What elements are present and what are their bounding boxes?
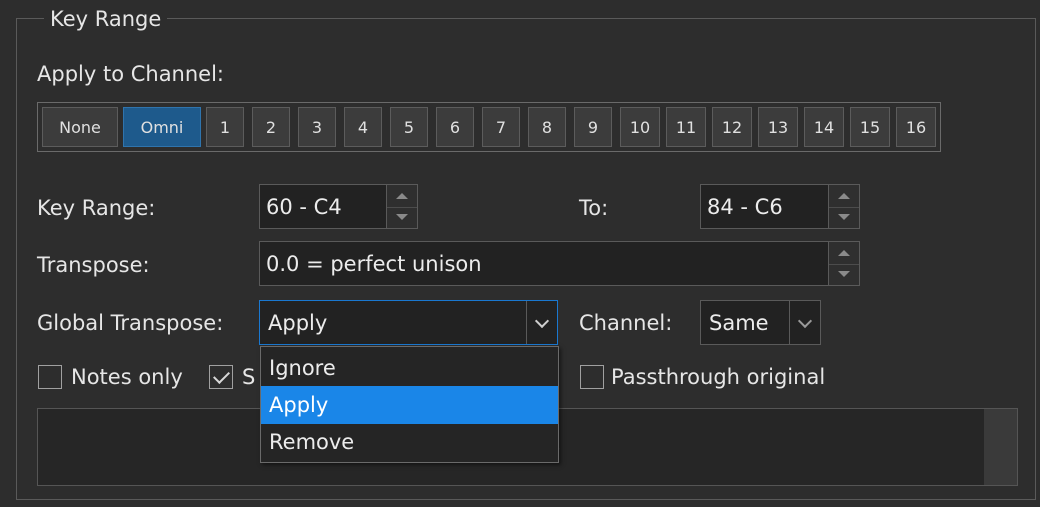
spin-down-button[interactable]	[829, 264, 859, 286]
second-checkbox-label: S	[242, 365, 256, 389]
channel-button-2[interactable]: 2	[252, 107, 290, 147]
channel-button-6[interactable]: 6	[436, 107, 474, 147]
checkmark-icon	[213, 367, 230, 384]
channel-button-10[interactable]: 10	[620, 107, 660, 147]
channel-button-7[interactable]: 7	[482, 107, 520, 147]
to-label: To:	[579, 196, 609, 220]
arrow-down-icon	[396, 214, 408, 221]
arrow-down-icon	[838, 271, 850, 278]
global-transpose-select[interactable]: Apply	[259, 300, 558, 345]
dropdown-option-ignore[interactable]: Ignore	[261, 349, 558, 387]
channel-button-5[interactable]: 5	[390, 107, 428, 147]
apply-to-channel-label: Apply to Channel:	[37, 62, 225, 86]
scrollbar[interactable]	[984, 409, 1017, 485]
dropdown-button[interactable]	[526, 301, 557, 344]
key-range-to-spinbox[interactable]: 84 - C6	[700, 184, 860, 229]
channel-label: Channel:	[579, 311, 673, 335]
second-checkbox[interactable]	[209, 365, 233, 389]
channel-button-16[interactable]: 16	[896, 107, 936, 147]
dropdown-option-apply[interactable]: Apply	[261, 386, 558, 424]
arrow-up-icon	[838, 192, 850, 199]
transpose-spinbox[interactable]: 0.0 = perfect unison	[259, 241, 860, 286]
chevron-down-icon	[797, 313, 813, 328]
channel-button-15[interactable]: 15	[850, 107, 890, 147]
chevron-down-icon	[534, 313, 550, 328]
key-range-from-stepper	[386, 185, 417, 228]
group-title: Key Range	[44, 4, 168, 34]
spin-up-button[interactable]	[829, 185, 859, 208]
key-range-to-value: 84 - C6	[707, 195, 783, 219]
notes-only-checkbox[interactable]	[38, 365, 62, 389]
key-range-from-value: 60 - C4	[266, 195, 342, 219]
spin-down-button[interactable]	[829, 207, 859, 229]
global-transpose-label: Global Transpose:	[37, 311, 224, 335]
channel-button-3[interactable]: 3	[298, 107, 336, 147]
global-transpose-value: Apply	[268, 311, 328, 335]
passthrough-original-checkbox[interactable]	[580, 365, 604, 389]
channel-button-omni[interactable]: Omni	[123, 107, 201, 147]
arrow-up-icon	[396, 192, 408, 199]
channel-button-9[interactable]: 9	[574, 107, 612, 147]
channel-button-11[interactable]: 11	[666, 107, 706, 147]
channel-button-8[interactable]: 8	[528, 107, 566, 147]
spin-up-button[interactable]	[829, 242, 859, 265]
key-range-label: Key Range:	[37, 196, 156, 220]
channel-button-none[interactable]: None	[42, 107, 118, 147]
channel-button-strip: None Omni 1 2 3 4 5 6 7 8 9 10 11 12 13 …	[37, 102, 941, 152]
channel-button-14[interactable]: 14	[804, 107, 844, 147]
spin-up-button[interactable]	[387, 185, 417, 208]
channel-value: Same	[709, 311, 769, 335]
transpose-value: 0.0 = perfect unison	[266, 252, 482, 276]
dropdown-option-remove[interactable]: Remove	[261, 423, 558, 461]
channel-button-13[interactable]: 13	[758, 107, 798, 147]
dropdown-button[interactable]	[789, 301, 820, 344]
global-transpose-dropdown-list: Ignore Apply Remove	[260, 346, 559, 463]
passthrough-original-label: Passthrough original	[611, 365, 826, 389]
channel-select[interactable]: Same	[700, 300, 821, 345]
arrow-down-icon	[838, 214, 850, 221]
notes-only-label: Notes only	[71, 365, 183, 389]
channel-button-1[interactable]: 1	[206, 107, 244, 147]
arrow-up-icon	[838, 249, 850, 256]
key-range-to-stepper	[828, 185, 859, 228]
spin-down-button[interactable]	[387, 207, 417, 229]
key-range-from-spinbox[interactable]: 60 - C4	[259, 184, 418, 229]
transpose-label: Transpose:	[37, 253, 150, 277]
transpose-stepper	[828, 242, 859, 285]
channel-button-4[interactable]: 4	[344, 107, 382, 147]
channel-button-12[interactable]: 12	[712, 107, 752, 147]
